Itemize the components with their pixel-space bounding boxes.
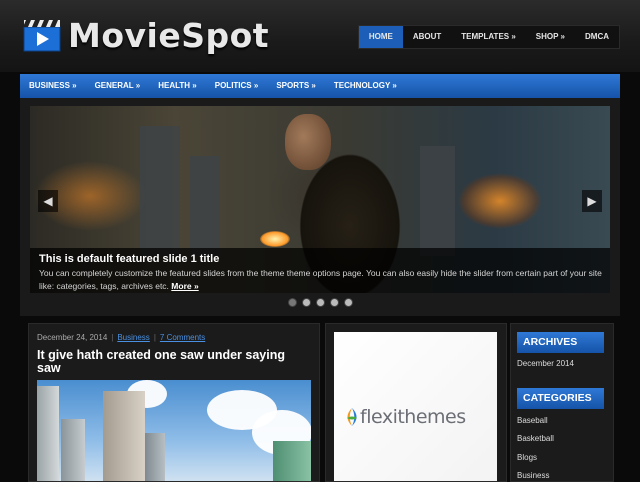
slider-pagination	[20, 298, 620, 307]
meta-separator: |	[111, 333, 114, 342]
site-header: MovieSpot HOME ABOUT TEMPLATES » SHOP » …	[0, 0, 640, 72]
slider-dot-4[interactable]	[329, 298, 339, 307]
slider-dot-3[interactable]	[315, 298, 325, 307]
category-sports[interactable]: SPORTS »	[267, 74, 325, 98]
building	[103, 391, 145, 481]
slider-dot-1[interactable]	[287, 298, 297, 307]
topnav-templates[interactable]: TEMPLATES »	[451, 26, 526, 48]
category-link-business[interactable]: Business	[517, 471, 549, 480]
flexithemes-wordmark: flexithemes	[360, 406, 466, 428]
topnav-dmca[interactable]: DMCA	[575, 26, 619, 48]
category-general[interactable]: GENERAL »	[86, 74, 150, 98]
category-navigation: BUSINESS » GENERAL » HEALTH » POLITICS »…	[20, 74, 620, 98]
building	[61, 419, 85, 481]
clapperboard-icon[interactable]	[22, 18, 62, 52]
post-thumbnail[interactable]	[37, 380, 311, 481]
category-link-blogs[interactable]: Blogs	[517, 453, 537, 462]
topnav-about[interactable]: ABOUT	[403, 26, 451, 48]
chevron-right-icon: ▶	[587, 194, 597, 208]
site-logo-text[interactable]: MovieSpot	[68, 16, 269, 55]
slide-title[interactable]: This is default featured slide 1 title	[39, 253, 219, 265]
category-link-basketball[interactable]: Basketball	[517, 434, 554, 443]
slide-building	[140, 126, 180, 256]
categories-heading: CATEGORIES	[517, 388, 604, 409]
chevron-left-icon: ◀	[43, 194, 53, 208]
slide-caption: This is default featured slide 1 title Y…	[30, 248, 610, 293]
topnav-home[interactable]: HOME	[358, 26, 403, 48]
post-date: December 24, 2014	[37, 333, 108, 342]
post-comments-link[interactable]: 7 Comments	[160, 333, 205, 342]
flexithemes-banner[interactable]: flexithemes	[334, 332, 497, 481]
flexithemes-leaf-icon	[347, 408, 357, 426]
slide-muzzle-flash	[260, 231, 290, 247]
slider-next-button[interactable]: ▶	[582, 190, 602, 212]
category-link-baseball[interactable]: Baseball	[517, 416, 548, 425]
post-card: December 24, 2014 | Business | 7 Comments It…	[28, 323, 320, 482]
archives-heading: ARCHIVES	[517, 332, 604, 353]
featured-slider: ◀ ▶ This is default featured slide 1 tit…	[20, 98, 620, 316]
topnav-shop[interactable]: SHOP »	[526, 26, 575, 48]
building	[37, 386, 59, 481]
category-health[interactable]: HEALTH »	[149, 74, 206, 98]
category-technology[interactable]: TECHNOLOGY »	[325, 74, 406, 98]
slider-dot-2[interactable]	[301, 298, 311, 307]
building	[273, 441, 311, 481]
slide-soldier-head	[285, 114, 331, 170]
slider-dot-5[interactable]	[343, 298, 353, 307]
slide-description: You can completely customize the feature…	[39, 267, 603, 293]
slide-more-link[interactable]: More »	[171, 281, 198, 291]
top-navigation: HOME ABOUT TEMPLATES » SHOP » DMCA	[357, 25, 620, 49]
sidebar: ARCHIVES December 2014 CATEGORIES Baseba…	[510, 323, 614, 482]
flexithemes-logo: flexithemes	[344, 406, 466, 428]
post-title[interactable]: It give hath created one saw under sayin…	[37, 349, 297, 375]
category-business[interactable]: BUSINESS »	[20, 74, 86, 98]
advertisement-box: flexithemes	[325, 323, 507, 482]
post-meta: December 24, 2014 | Business | 7 Comments	[37, 333, 205, 342]
category-politics[interactable]: POLITICS »	[206, 74, 268, 98]
building	[145, 433, 165, 481]
archive-link[interactable]: December 2014	[517, 359, 574, 368]
slide-building	[190, 156, 220, 256]
post-category-link[interactable]: Business	[117, 333, 149, 342]
meta-separator: |	[153, 333, 156, 342]
slide-description-text: You can completely customize the feature…	[39, 268, 602, 291]
slider-prev-button[interactable]: ◀	[38, 190, 58, 212]
